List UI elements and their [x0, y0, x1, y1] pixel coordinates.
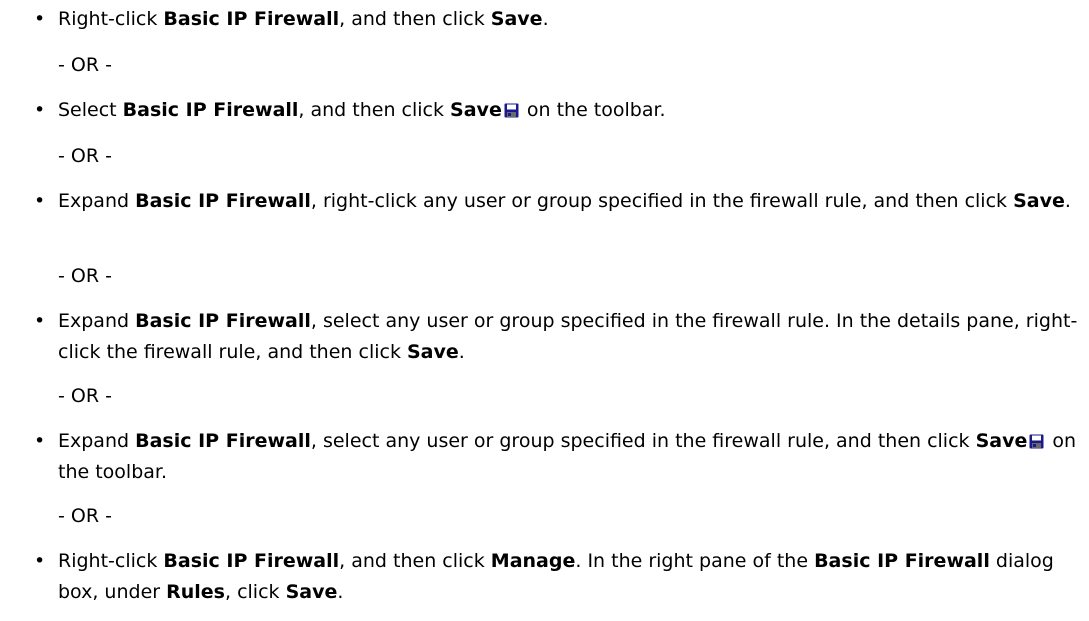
bullet: • — [34, 190, 46, 212]
ui-term-basic-ip-firewall: Basic IP Firewall — [135, 190, 311, 212]
ui-term-basic-ip-firewall: Basic IP Firewall — [135, 310, 311, 332]
step-text: . — [337, 581, 344, 603]
step-text: Right-click — [58, 550, 164, 572]
step-4-text: Expand Basic IP Firewall, select any use… — [58, 306, 1084, 368]
step-text: Expand — [58, 190, 136, 212]
ui-term-save: Save — [490, 8, 543, 30]
ui-term-basic-ip-firewall: Basic IP Firewall — [814, 550, 990, 572]
bullet: • — [34, 550, 46, 572]
step-text: . — [1064, 190, 1071, 212]
step-text: , click — [224, 581, 286, 603]
or-separator: - OR - — [58, 505, 112, 527]
ui-term-save: Save — [450, 99, 502, 121]
or-separator: - OR - — [58, 385, 112, 407]
bullet: • — [34, 310, 46, 332]
ui-term-save: Save — [975, 430, 1028, 452]
step-text: on the toolbar. — [520, 99, 666, 121]
step-4: • Expand Basic IP Firewall, select any u… — [34, 306, 1084, 368]
bullet: • — [34, 99, 46, 121]
bullet: • — [34, 8, 46, 30]
step-text: Expand — [58, 310, 136, 332]
step-text: Select — [58, 99, 123, 121]
step-5: • Expand Basic IP Firewall, select any u… — [34, 426, 1084, 488]
ui-term-save: Save — [1013, 190, 1065, 212]
ui-term-basic-ip-firewall: Basic IP Firewall — [122, 99, 299, 121]
ui-term-basic-ip-firewall: Basic IP Firewall — [135, 430, 311, 452]
step-text: , and then click — [339, 8, 491, 30]
ui-term-save: Save — [407, 341, 459, 363]
ui-term-manage: Manage — [490, 550, 576, 572]
ui-term-basic-ip-firewall: Basic IP Firewall — [163, 8, 340, 30]
step-6: • Right-click Basic IP Firewall, and the… — [34, 546, 1084, 608]
step-1-text: Right-click Basic IP Firewall, and then … — [58, 4, 1084, 35]
ui-term-save: Save — [285, 581, 338, 603]
step-3: • Expand Basic IP Firewall, right-click … — [34, 186, 1084, 217]
ui-term-basic-ip-firewall: Basic IP Firewall — [163, 550, 340, 572]
step-5-text: Expand Basic IP Firewall, select any use… — [58, 426, 1084, 488]
step-2-text: Select Basic IP Firewall, and then click… — [58, 95, 1084, 126]
step-1: • Right-click Basic IP Firewall, and the… — [34, 4, 1084, 35]
step-text: . — [458, 341, 465, 363]
bullet: • — [34, 430, 46, 452]
step-text: , right-click any user or group specifie… — [310, 190, 1014, 212]
step-text: , select any user or group specified in … — [310, 430, 976, 452]
ui-term-rules: Rules — [166, 581, 225, 603]
step-text: . In the right pane of the — [575, 550, 815, 572]
step-6-text: Right-click Basic IP Firewall, and then … — [58, 546, 1084, 608]
step-text: Right-click — [58, 8, 164, 30]
floppy-disk-save-icon — [1029, 428, 1044, 449]
step-text: Expand — [58, 430, 136, 452]
or-separator: - OR - — [58, 265, 112, 287]
step-text: , and then click — [339, 550, 491, 572]
or-separator: - OR - — [58, 145, 112, 167]
step-text: , and then click — [298, 99, 451, 121]
step-text: . — [542, 8, 549, 30]
or-separator: - OR - — [58, 54, 112, 76]
floppy-disk-save-icon — [504, 97, 519, 118]
step-2: • Select Basic IP Firewall, and then cli… — [34, 95, 1084, 126]
step-3-text: Expand Basic IP Firewall, right-click an… — [58, 186, 1084, 217]
